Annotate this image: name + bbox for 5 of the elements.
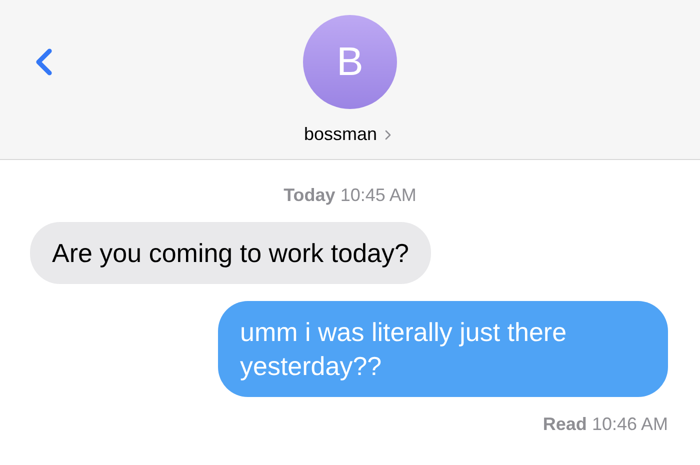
contact-name[interactable]: bossman bbox=[304, 121, 378, 148]
message-bubble: Are you coming to work today? bbox=[30, 222, 431, 284]
message-bubble: umm i was literally just there yesterday?? bbox=[218, 301, 668, 397]
timestamp: Today 10:45 AM bbox=[282, 184, 418, 207]
read-receipt: Read 10:46 AM bbox=[542, 413, 669, 436]
